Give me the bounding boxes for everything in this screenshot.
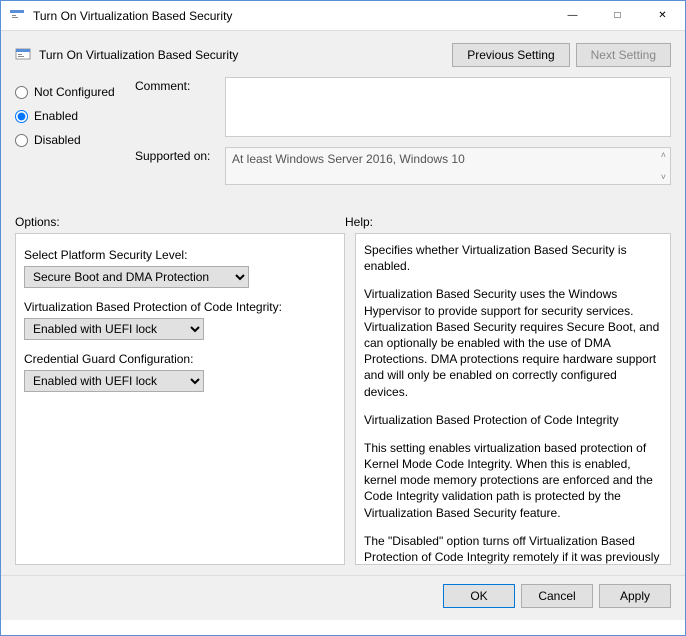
ok-button[interactable]: OK bbox=[443, 584, 515, 608]
radio-disabled-label: Disabled bbox=[34, 133, 81, 147]
radio-disabled[interactable]: Disabled bbox=[15, 133, 135, 147]
chevron-down-icon[interactable]: ˅ bbox=[661, 172, 666, 182]
help-text: Virtualization Based Protection of Code … bbox=[364, 412, 662, 428]
section-labels: Options: Help: bbox=[1, 209, 685, 233]
close-button[interactable]: ✕ bbox=[640, 1, 685, 30]
header-row: Turn On Virtualization Based Security Pr… bbox=[1, 31, 685, 77]
help-text: Specifies whether Virtualization Based S… bbox=[364, 242, 662, 274]
policy-title: Turn On Virtualization Based Security bbox=[39, 48, 446, 62]
previous-setting-button[interactable]: Previous Setting bbox=[452, 43, 569, 67]
policy-icon bbox=[15, 47, 31, 63]
help-label: Help: bbox=[345, 215, 671, 229]
radio-enabled[interactable]: Enabled bbox=[15, 109, 135, 123]
next-setting-button[interactable]: Next Setting bbox=[576, 43, 671, 67]
supported-on-text: At least Windows Server 2016, Windows 10 bbox=[232, 152, 465, 166]
radio-not-configured[interactable]: Not Configured bbox=[15, 85, 135, 99]
state-radios: Not Configured Enabled Disabled bbox=[15, 77, 135, 195]
chevron-up-icon[interactable]: ˄ bbox=[661, 150, 666, 160]
maximize-button[interactable]: □ bbox=[595, 1, 640, 30]
radio-not-configured-input[interactable] bbox=[15, 86, 28, 99]
apply-button[interactable]: Apply bbox=[599, 584, 671, 608]
options-panel: Select Platform Security Level: Secure B… bbox=[15, 233, 345, 565]
supported-on-label: Supported on: bbox=[135, 147, 225, 163]
supported-on-value: At least Windows Server 2016, Windows 10… bbox=[225, 147, 671, 185]
dialog-footer: OK Cancel Apply bbox=[1, 575, 685, 620]
minimize-button[interactable]: — bbox=[550, 1, 595, 30]
vbpci-select[interactable]: Enabled with UEFI lock bbox=[24, 318, 204, 340]
policy-icon bbox=[9, 8, 25, 24]
panels: Select Platform Security Level: Secure B… bbox=[1, 233, 685, 575]
help-text: The "Disabled" option turns off Virtuali… bbox=[364, 533, 662, 565]
comment-input[interactable] bbox=[225, 77, 671, 137]
platform-security-label: Select Platform Security Level: bbox=[24, 248, 336, 262]
help-text: Virtualization Based Security uses the W… bbox=[364, 286, 662, 399]
help-text: This setting enables virtualization base… bbox=[364, 440, 662, 521]
config-section: Not Configured Enabled Disabled Comment:… bbox=[1, 77, 685, 209]
radio-disabled-input[interactable] bbox=[15, 134, 28, 147]
cancel-button[interactable]: Cancel bbox=[521, 584, 593, 608]
credential-guard-select[interactable]: Enabled with UEFI lock bbox=[24, 370, 204, 392]
comment-label: Comment: bbox=[135, 77, 225, 93]
credential-guard-label: Credential Guard Configuration: bbox=[24, 352, 336, 366]
radio-enabled-input[interactable] bbox=[15, 110, 28, 123]
platform-security-select[interactable]: Secure Boot and DMA Protection bbox=[24, 266, 249, 288]
radio-not-configured-label: Not Configured bbox=[34, 85, 115, 99]
help-panel[interactable]: Specifies whether Virtualization Based S… bbox=[355, 233, 671, 565]
vbpci-label: Virtualization Based Protection of Code … bbox=[24, 300, 336, 314]
window-title: Turn On Virtualization Based Security bbox=[33, 9, 550, 23]
title-bar: Turn On Virtualization Based Security — … bbox=[1, 1, 685, 31]
radio-enabled-label: Enabled bbox=[34, 109, 78, 123]
options-label: Options: bbox=[15, 215, 345, 229]
